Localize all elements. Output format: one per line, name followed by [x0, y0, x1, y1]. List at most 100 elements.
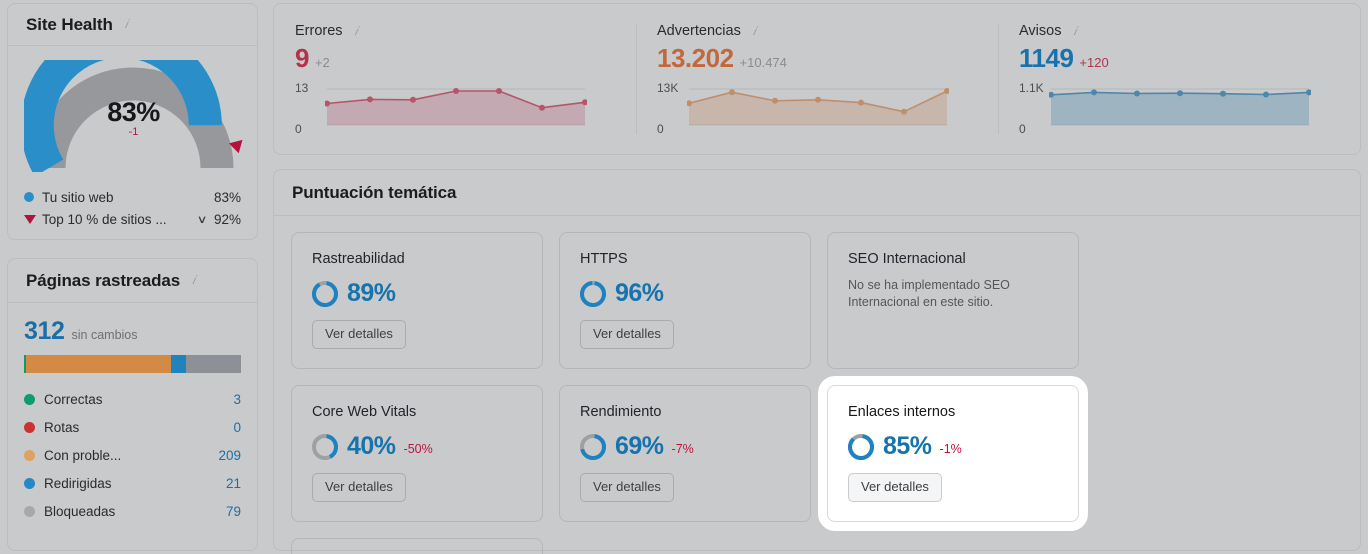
view-details-button[interactable]: Ver detalles — [312, 473, 406, 502]
crawled-total-value: 312 — [24, 317, 65, 345]
view-details-button[interactable]: Ver detalles — [580, 320, 674, 349]
metric-sparkline: 13K 0 — [657, 81, 974, 136]
card-title: Rastreabilidad — [312, 251, 405, 267]
thematic-card[interactable]: Rendimiento 69% -7% Ver detalles — [559, 385, 811, 522]
score-donut-icon — [312, 280, 338, 307]
legend-dot-icon — [24, 393, 35, 405]
info-icon[interactable]: 𝑖 — [187, 274, 200, 287]
legend-label: Top 10 % de sitios ... — [42, 211, 167, 227]
legend-label: Correctas — [44, 391, 103, 407]
thematic-score-panel: Puntuación temática Rastreabilidad 89% Ver… — [273, 169, 1361, 554]
metric-label: Errores — [295, 23, 343, 39]
panel-title: Puntuación temática — [292, 182, 457, 202]
crawled-legend-row[interactable]: Rotas 0 — [24, 413, 241, 441]
view-details-button[interactable]: Ver detalles — [312, 320, 406, 349]
crawled-pages-header: Páginas rastreadas 𝑖 — [8, 259, 257, 303]
legend-item-top10[interactable]: Top 10 % de sitios ... ∨ 92% — [24, 208, 241, 230]
metric-label: Advertencias — [657, 23, 741, 39]
chevron-down-icon[interactable]: ∨ — [196, 213, 207, 226]
metric-advertencias: Advertencias 𝑖 13.202 +10.474 13K 0 — [636, 4, 998, 154]
bar-segment-con-problemas — [26, 355, 172, 373]
sparkline-svg — [1049, 88, 1311, 126]
metric-value-row: 9 +2 — [295, 43, 612, 74]
info-icon[interactable]: 𝑖 — [748, 24, 761, 38]
legend-label: Con proble... — [44, 447, 122, 463]
thematic-card[interactable]: SEO Internacional No se ha implementado S… — [827, 232, 1079, 369]
legend-value[interactable]: 209 — [207, 448, 241, 463]
thematic-card[interactable]: Marcado100%Ver detalles — [291, 538, 543, 554]
gauge-center-label: 83% -1 — [24, 97, 243, 139]
view-details-button[interactable]: Ver detalles — [580, 473, 674, 502]
site-health-legend: Tu sitio web 83% Top 10 % de sitios ... … — [24, 186, 241, 230]
legend-label: Bloqueadas — [44, 503, 116, 519]
legend-value[interactable]: 0 — [207, 420, 241, 435]
thematic-card[interactable]: Rastreabilidad 89% Ver detalles — [291, 232, 543, 369]
card-title: Enlaces internos — [848, 404, 956, 420]
legend-dot-icon — [24, 477, 35, 489]
card-delta: -50% — [403, 442, 433, 456]
crawled-legend-row[interactable]: Redirigidas 21 — [24, 469, 241, 497]
legend-label: Redirigidas — [44, 475, 112, 491]
axis-label-max: 13K — [657, 81, 679, 95]
view-details-button[interactable]: Ver detalles — [848, 473, 942, 502]
metric-sparkline: 13 0 — [295, 81, 612, 136]
sparkline-svg — [687, 88, 949, 126]
card-note: No se ha implementado SEO Internacional … — [848, 278, 1010, 309]
card-score: 96% — [615, 279, 664, 307]
card-score-row: 69% -7% — [580, 432, 790, 461]
metric-label: Avisos — [1019, 23, 1062, 39]
crawled-legend-row[interactable]: Correctas 3 — [24, 385, 241, 413]
site-audit-overview: Site Health 𝑖 83% -1 Tu sitio web 83% To… — [0, 0, 1368, 554]
score-donut-icon — [312, 433, 338, 460]
metric-value-row: 13.202 +10.474 — [657, 43, 974, 74]
metric-delta: +10.474 — [739, 55, 787, 70]
bar-segment-redirigidas — [171, 355, 187, 373]
legend-label: Rotas — [44, 419, 80, 435]
site-health-score: 83% — [107, 97, 160, 127]
info-icon[interactable]: 𝑖 — [1068, 24, 1081, 38]
card-title: Rendimiento — [580, 404, 662, 420]
legend-value: 92% — [213, 211, 241, 227]
thematic-card[interactable]: HTTPS 96% Ver detalles — [559, 232, 811, 369]
legend-value[interactable]: 79 — [207, 504, 241, 519]
score-donut-icon — [580, 280, 606, 307]
card-score: 69% — [615, 432, 664, 460]
legend-value[interactable]: 21 — [207, 476, 241, 491]
card-score-row: 40% -50% — [312, 432, 522, 461]
thematic-card[interactable]: Enlaces internos 85% -1% Ver detalles — [827, 385, 1079, 522]
metric-delta: +2 — [314, 55, 330, 70]
legend-dot-icon — [24, 505, 35, 517]
card-delta: -1% — [939, 442, 962, 456]
metric-value: 13.202 — [657, 43, 734, 73]
legend-value[interactable]: 3 — [207, 392, 241, 407]
metric-avisos: Avisos 𝑖 1149 +120 1.1K 0 — [998, 4, 1360, 154]
axis-label-max: 13 — [295, 81, 309, 95]
metric-header: Errores 𝑖 — [295, 23, 612, 39]
crawled-legend-row[interactable]: Con proble... 209 — [24, 441, 241, 469]
panel-title: Páginas rastreadas — [26, 270, 181, 290]
card-score-row: 89% — [312, 279, 522, 308]
legend-item-your-site: Tu sitio web 83% — [24, 186, 241, 208]
metric-header: Avisos 𝑖 — [1019, 23, 1336, 39]
legend-triangle-icon — [24, 214, 36, 224]
metric-delta: +120 — [1079, 55, 1109, 70]
card-title: HTTPS — [580, 251, 628, 267]
crawled-legend-row[interactable]: Bloqueadas 79 — [24, 497, 241, 525]
info-icon[interactable]: 𝑖 — [120, 18, 133, 31]
card-score: 89% — [347, 279, 396, 307]
axis-label-min: 0 — [657, 122, 664, 136]
card-score-row: 85% -1% — [848, 432, 1058, 461]
thematic-cards: Rastreabilidad 89% Ver detalles HTTPS 96% Ver… — [274, 216, 1360, 554]
card-score-row: 96% — [580, 279, 790, 308]
site-health-gauge: 83% -1 — [20, 24, 243, 177]
metric-value: 9 — [295, 43, 309, 73]
thematic-card[interactable]: Core Web Vitals 40% -50% Ver detalles — [291, 385, 543, 522]
thematic-header: Puntuación temática — [274, 170, 1360, 216]
sparkline-svg — [325, 88, 587, 126]
site-health-delta: -1 — [128, 126, 139, 138]
metric-errores: Errores 𝑖 9 +2 13 0 — [274, 4, 636, 154]
bar-segment-bloqueadas — [186, 355, 241, 373]
info-icon[interactable]: 𝑖 — [350, 24, 363, 38]
card-title: Core Web Vitals — [312, 404, 417, 420]
metric-value: 1149 — [1019, 43, 1074, 73]
